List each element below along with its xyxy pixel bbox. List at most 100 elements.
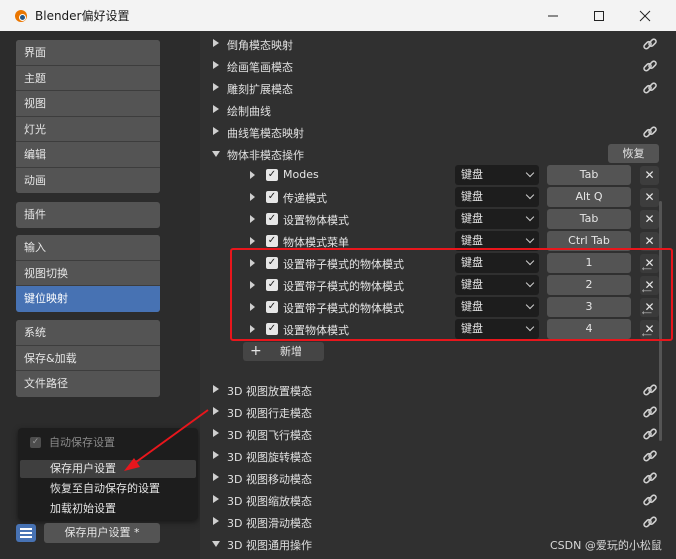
sidebar-item-lights[interactable]: 灯光 [16, 116, 160, 142]
device-dropdown[interactable]: 键盘 [455, 187, 539, 207]
chevron-down-icon [525, 190, 535, 200]
device-dropdown[interactable]: 键盘 [455, 165, 539, 185]
key-binding-button[interactable]: Alt Q [547, 187, 631, 207]
close-icon: ✕ [644, 190, 655, 204]
keymap-category[interactable]: 曲线笔模态映射 [200, 121, 676, 143]
collapse-triangle-icon[interactable] [212, 151, 220, 157]
keymap-category[interactable]: 倒角模态映射 [200, 33, 676, 55]
expand-triangle-icon[interactable] [213, 39, 219, 47]
keymap-item-name[interactable]: 设置物体模式 [283, 212, 349, 228]
keymap-category[interactable]: 绘制曲线 [200, 99, 676, 121]
sidebar-item-keymap[interactable]: 键位映射 [16, 286, 160, 312]
maximize-button[interactable] [576, 0, 622, 31]
keymap-item-row: ✓ 设置物体模式 键盘 Tab ✕ [200, 208, 676, 230]
sidebar-item-file-paths[interactable]: 文件路径 [16, 371, 160, 397]
keymap-category[interactable]: 3D 视图缩放模态 [200, 489, 676, 511]
link-icon[interactable] [642, 514, 658, 530]
keymap-category[interactable]: 3D 视图移动模态 [200, 467, 676, 489]
link-icon[interactable] [642, 470, 658, 486]
expand-triangle-icon[interactable] [250, 215, 255, 223]
menu-item-save-preferences[interactable]: 保存用户设置 [20, 460, 196, 478]
sidebar-item-animation[interactable]: 动画 [16, 167, 160, 193]
sidebar-item-viewport[interactable]: 视图 [16, 91, 160, 117]
autosave-label: 自动保存设置 [49, 436, 115, 449]
sidebar-item-system[interactable]: 系统 [16, 320, 160, 346]
device-dropdown[interactable]: 键盘 [455, 209, 539, 229]
expand-triangle-icon[interactable] [213, 407, 219, 415]
remove-item-button[interactable]: ✕ [640, 166, 659, 185]
expand-triangle-icon[interactable] [213, 105, 219, 113]
keymap-category[interactable]: 3D 视图放置模态 [200, 379, 676, 401]
device-dropdown-value: 键盘 [461, 190, 483, 203]
remove-item-button[interactable]: ✕ [640, 188, 659, 207]
blender-logo-icon [13, 9, 29, 23]
link-icon[interactable] [642, 382, 658, 398]
link-icon[interactable] [642, 448, 658, 464]
menu-item-load-factory[interactable]: 加载初始设置 [20, 500, 196, 518]
keymap-category[interactable]: 3D 视图滑动模态 [200, 511, 676, 533]
keymap-category[interactable]: 3D 视图行走模态 [200, 401, 676, 423]
sidebar-item-save-load[interactable]: 保存&加载 [16, 345, 160, 371]
keymap-category[interactable]: 绘画笔画模态 [200, 55, 676, 77]
expand-triangle-icon[interactable] [213, 83, 219, 91]
window-title: Blender偏好设置 [35, 9, 130, 23]
expand-triangle-icon[interactable] [213, 127, 219, 135]
sidebar-item-addons[interactable]: 插件 [16, 202, 160, 228]
minimize-icon [548, 15, 558, 16]
expand-triangle-icon[interactable] [213, 385, 219, 393]
checkbox-checked-icon: ✓ [30, 436, 41, 448]
checkbox-checked-icon[interactable]: ✓ [266, 213, 278, 225]
sidebar-item-input[interactable]: 输入 [16, 235, 160, 261]
menu-item-revert-autosave[interactable]: 恢复至自动保存的设置 [20, 480, 196, 498]
save-preferences-button[interactable]: 保存用户设置 * [44, 523, 160, 543]
keymap-category-expanded[interactable]: 物体非模态操作 [200, 143, 676, 165]
expand-triangle-icon[interactable] [213, 429, 219, 437]
sidebar-item-themes[interactable]: 主题 [16, 65, 160, 91]
nav-group-2: 插件 [16, 202, 160, 228]
collapse-triangle-icon[interactable] [212, 541, 220, 547]
preferences-menu-button[interactable] [16, 524, 36, 542]
sidebar-item-editing[interactable]: 编辑 [16, 142, 160, 168]
keymap-category[interactable]: 3D 视图飞行模态 [200, 423, 676, 445]
sidebar-item-navigation[interactable]: 视图切换 [16, 260, 160, 286]
close-button[interactable] [622, 0, 668, 31]
autosave-checkbox-row[interactable]: ✓ 自动保存设置 [30, 434, 115, 450]
keymap-item-name[interactable]: 传递模式 [283, 190, 327, 206]
expand-triangle-icon[interactable] [250, 171, 255, 179]
expand-triangle-icon[interactable] [250, 237, 255, 245]
key-binding-button[interactable]: Tab [547, 165, 631, 185]
remove-item-button[interactable]: ✕ [640, 210, 659, 229]
device-dropdown-value: 键盘 [461, 212, 483, 225]
category-label: 3D 视图缩放模态 [227, 495, 312, 508]
link-icon[interactable] [642, 426, 658, 442]
add-new-label: 新增 [280, 345, 302, 358]
keymap-category[interactable]: 3D 视图旋转模态 [200, 445, 676, 467]
checkbox-checked-icon[interactable]: ✓ [266, 191, 278, 203]
link-icon[interactable] [642, 36, 658, 52]
link-icon[interactable] [642, 492, 658, 508]
keymap-category[interactable]: 雕刻扩展模态 [200, 77, 676, 99]
category-label: 3D 视图滑动模态 [227, 517, 312, 530]
minimize-button[interactable] [530, 0, 576, 31]
expand-triangle-icon[interactable] [213, 61, 219, 69]
expand-triangle-icon[interactable] [250, 193, 255, 201]
add-new-button[interactable]: + 新增 [243, 342, 324, 361]
restore-button[interactable]: 恢复 [608, 144, 659, 163]
link-icon[interactable] [642, 58, 658, 74]
checkbox-checked-icon[interactable]: ✓ [266, 235, 278, 247]
expand-triangle-icon[interactable] [213, 451, 219, 459]
expand-triangle-icon[interactable] [213, 473, 219, 481]
expand-triangle-icon[interactable] [213, 495, 219, 503]
link-icon[interactable] [642, 80, 658, 96]
link-icon[interactable] [642, 404, 658, 420]
sidebar-item-interface[interactable]: 界面 [16, 40, 160, 66]
preferences-menu-popup: ✓ 自动保存设置 保存用户设置 恢复至自动保存的设置 加载初始设置 [18, 428, 198, 520]
checkbox-checked-icon[interactable]: ✓ [266, 169, 278, 181]
expand-triangle-icon[interactable] [213, 517, 219, 525]
category-label: 3D 视图行走模态 [227, 407, 312, 420]
link-icon[interactable] [642, 124, 658, 140]
category-label: 3D 视图移动模态 [227, 473, 312, 486]
category-label: 物体非模态操作 [227, 149, 304, 162]
keymap-item-name[interactable]: Modes [283, 168, 319, 181]
key-binding-button[interactable]: Tab [547, 209, 631, 229]
